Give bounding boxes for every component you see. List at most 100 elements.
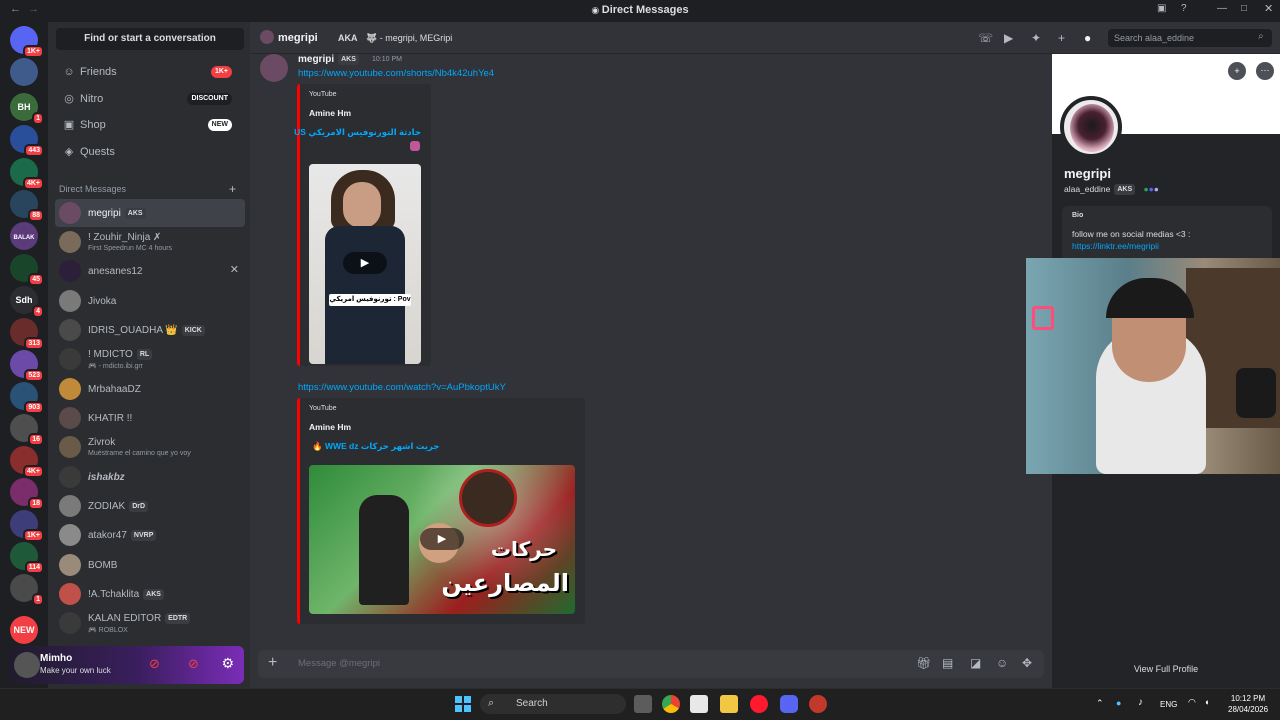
server-icon[interactable]: 114 <box>10 542 44 574</box>
server-icon[interactable]: 88 <box>10 190 44 222</box>
search-input[interactable]: Search alaa_eddine <box>1108 29 1272 47</box>
avatar[interactable] <box>14 652 40 678</box>
message-input[interactable]: Message @megripi <box>298 658 380 669</box>
close-dm-icon[interactable]: ✕ <box>230 263 239 276</box>
gif-icon[interactable]: ▤ <box>942 656 953 670</box>
wifi-icon[interactable]: ◠ <box>1188 697 1196 708</box>
find-conversation-button[interactable]: Find or start a conversation <box>56 28 244 50</box>
server-icon[interactable]: 18 <box>10 478 44 510</box>
more-options-icon[interactable]: ··· <box>1256 62 1274 80</box>
dm-item[interactable]: MrbahaaDZ <box>55 375 245 403</box>
start-icon[interactable] <box>455 696 471 712</box>
pinned-messages-icon[interactable]: ✦ <box>1031 31 1041 45</box>
video-thumbnail-1[interactable]: Pov : تورنوفيس امريكي ▶ <box>309 164 421 364</box>
embed-title[interactable]: حادثة التورنوفيس الامريكي US <box>294 127 421 138</box>
dm-item[interactable]: ishakbz <box>55 463 245 491</box>
muted-mic-icon[interactable]: ⊘ <box>149 656 160 672</box>
badge-icon[interactable]: ● <box>1154 184 1159 194</box>
add-attachment-icon[interactable]: + <box>268 654 277 672</box>
dm-item[interactable]: !A.Tchaklita AKS <box>55 580 245 608</box>
sidebar-item-quests[interactable]: ◈ Quests <box>56 139 244 165</box>
dm-item[interactable]: ! Zouhir_Ninja ✗ First Speedrun MC 4 hour… <box>55 228 245 256</box>
task-view-icon[interactable] <box>634 695 652 713</box>
embed-author[interactable]: Amine Hm <box>309 108 351 118</box>
settings-gear-icon[interactable]: ⚙ <box>221 655 234 672</box>
clock[interactable]: 10:12 PM 28/04/2026 <box>1228 693 1268 715</box>
server-icon[interactable]: BH 1 <box>10 93 44 125</box>
server-icon[interactable]: 443 <box>10 125 44 157</box>
server-icon[interactable]: 523 <box>10 350 44 382</box>
add-friend-icon[interactable]: + <box>1228 62 1246 80</box>
snipping-tool-icon[interactable] <box>690 695 708 713</box>
embed-author[interactable]: Amine Hm <box>309 422 351 432</box>
dm-item[interactable]: anesanes12 ✕ <box>55 257 245 285</box>
embed-title[interactable]: 🔥 WWE dz جريت اشهر حركات <box>312 441 439 452</box>
language-indicator[interactable]: ENG <box>1160 700 1177 709</box>
message-author[interactable]: megripi AKS <box>298 54 359 65</box>
message-link-2[interactable]: https://www.youtube.com/watch?v=AuPbkopt… <box>298 382 506 393</box>
tray-chevron-icon[interactable]: ⌃ <box>1096 698 1104 709</box>
server-icon[interactable]: 16 <box>10 414 44 446</box>
dm-item[interactable]: megripi AKS <box>55 199 245 227</box>
sidebar-item-shop[interactable]: ▣ Shop NEW <box>56 112 244 138</box>
app-icon[interactable] <box>809 695 827 713</box>
tray-app-icon[interactable]: ● <box>1116 698 1121 708</box>
add-friends-icon[interactable]: + <box>1058 31 1065 45</box>
view-full-profile-button[interactable]: View Full Profile <box>1052 664 1280 674</box>
user-profile-icon[interactable]: ● <box>1084 31 1091 45</box>
video-thumbnail-2[interactable]: حركات المصارعين ▶ <box>309 465 575 614</box>
profile-avatar[interactable] <box>1060 96 1122 158</box>
embed-provider[interactable]: YouTube <box>309 405 337 412</box>
play-button-icon[interactable]: ▶ <box>343 252 387 274</box>
dm-item[interactable]: Jivoka <box>55 287 245 315</box>
play-button-icon[interactable]: ▶ <box>420 528 464 550</box>
dm-item[interactable]: ! MDICTO RL 🎮 - mdicto.ibi.grr <box>55 345 245 373</box>
dm-item[interactable]: ZODIAK DrD <box>55 492 245 520</box>
emoji-icon[interactable]: ☺ <box>996 656 1008 670</box>
server-icon[interactable]: 1K+ <box>10 26 44 58</box>
server-icon[interactable]: 1K+ <box>10 510 44 542</box>
server-icon[interactable]: 4K+ <box>10 446 44 478</box>
server-icon[interactable] <box>10 58 38 86</box>
close-window-icon[interactable]: ✕ <box>1264 2 1273 15</box>
server-icon[interactable]: 45 <box>10 254 44 286</box>
dm-item[interactable]: KALAN EDITOR EDTR 🎮 ROBLOX <box>55 609 245 637</box>
sidebar-item-friends[interactable]: ☺ Friends 1K+ <box>56 59 244 85</box>
dm-item[interactable]: BOMB <box>55 551 245 579</box>
discord-taskbar-icon[interactable] <box>780 695 798 713</box>
server-icon[interactable]: 4K+ <box>10 158 44 190</box>
message-composer[interactable]: + Message @megripi 🎁︎ ▤ ◪ ☺ ✥ <box>258 650 1044 678</box>
dm-item[interactable]: IDRIS_OUADHA 👑 KICK <box>55 316 245 344</box>
message-link-1[interactable]: https://www.youtube.com/shorts/Nb4k42uhY… <box>298 68 494 79</box>
sticker-icon[interactable]: ◪ <box>970 656 981 670</box>
voice-call-icon[interactable]: ☏ <box>978 31 993 45</box>
aka-names[interactable]: 🐺 - megripi, MEGripi <box>366 33 452 44</box>
server-icon[interactable]: 313 <box>10 318 44 350</box>
taskbar-search[interactable]: Search <box>480 694 626 714</box>
video-call-icon[interactable]: ▶ <box>1004 31 1013 45</box>
inbox-icon[interactable]: ▣ <box>1157 3 1166 14</box>
embed-provider[interactable]: YouTube <box>309 91 337 98</box>
bio-link[interactable]: https://linktr.ee/megripii <box>1072 241 1159 251</box>
microphone-icon[interactable]: ♪ <box>1138 697 1143 708</box>
dm-item[interactable]: atakor47 NVRP <box>55 521 245 549</box>
opera-gx-icon[interactable] <box>750 695 768 713</box>
maximize-icon[interactable]: □ <box>1241 3 1247 14</box>
sidebar-item-nitro[interactable]: ◎ Nitro DISCOUNT <box>56 86 244 112</box>
file-explorer-icon[interactable] <box>720 695 738 713</box>
gift-icon[interactable]: 🎁︎ <box>916 656 931 670</box>
apps-icon[interactable]: ✥ <box>1022 656 1032 670</box>
server-icon[interactable]: Sdh 4 <box>10 286 44 318</box>
dm-item[interactable]: Zivrok Muéstrame el camino que yo voy <box>55 433 245 461</box>
server-icon[interactable]: NEW <box>10 616 38 644</box>
server-icon[interactable]: 903 <box>10 382 44 414</box>
volume-icon[interactable]: ◖ <box>1204 697 1209 707</box>
minimize-icon[interactable]: — <box>1217 3 1227 14</box>
avatar[interactable] <box>260 54 288 82</box>
server-icon[interactable]: 1 <box>10 574 44 606</box>
deafened-headphones-icon[interactable]: ⊘ <box>188 656 199 672</box>
help-icon[interactable]: ? <box>1181 3 1187 14</box>
server-icon[interactable]: BALAK <box>10 222 38 250</box>
dm-item[interactable]: KHATIR !! <box>55 404 245 432</box>
create-dm-plus-icon[interactable]: + <box>229 182 236 196</box>
